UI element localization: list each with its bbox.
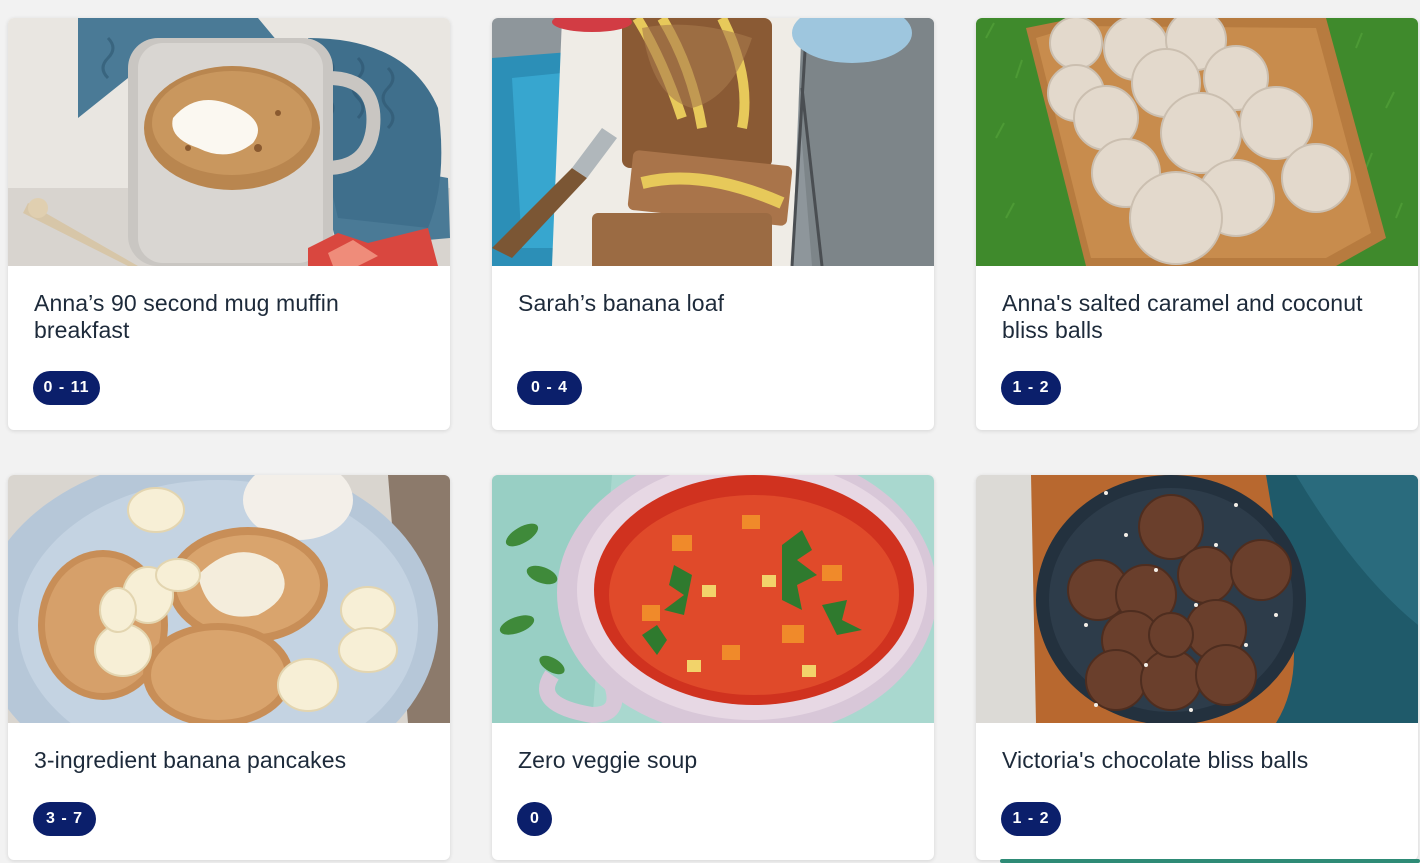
recipe-image-coconut-bliss-balls[interactable] xyxy=(976,18,1418,266)
points-badge: 0 - 11 xyxy=(33,371,100,405)
recipe-title[interactable]: Anna’s 90 second mug muffin breakfast xyxy=(34,290,414,344)
recipe-card-banana-loaf[interactable]: Sarah’s banana loaf 0 - 4 xyxy=(492,18,934,430)
recipe-image-banana-loaf[interactable] xyxy=(492,18,934,266)
points-badge: 0 - 4 xyxy=(517,371,582,405)
recipe-title[interactable]: Sarah’s banana loaf xyxy=(518,290,898,317)
recipe-card-coconut-bliss-balls[interactable]: Anna's salted caramel and coconut bliss … xyxy=(976,18,1418,430)
points-badge: 0 xyxy=(517,802,552,836)
recipe-title[interactable]: Zero veggie soup xyxy=(518,747,898,774)
recipe-image-banana-pancakes[interactable] xyxy=(8,475,450,723)
recipe-card-banana-pancakes[interactable]: 3-ingredient banana pancakes 3 - 7 xyxy=(8,475,450,860)
points-badge: 3 - 7 xyxy=(33,802,96,836)
points-badge: 1 - 2 xyxy=(1001,802,1061,836)
recipe-title[interactable]: 3-ingredient banana pancakes xyxy=(34,747,414,774)
accent-bar xyxy=(1000,859,1420,863)
recipe-card-mug-muffin[interactable]: Anna’s 90 second mug muffin breakfast 0 … xyxy=(8,18,450,430)
recipe-title[interactable]: Anna's salted caramel and coconut bliss … xyxy=(1002,290,1382,344)
recipe-image-mug-muffin[interactable] xyxy=(8,18,450,266)
recipe-title[interactable]: Victoria's chocolate bliss balls xyxy=(1002,747,1382,774)
points-badge: 1 - 2 xyxy=(1001,371,1061,405)
recipe-image-veggie-soup[interactable] xyxy=(492,475,934,723)
recipe-card-chocolate-bliss-balls[interactable]: Victoria's chocolate bliss balls 1 - 2 xyxy=(976,475,1418,860)
recipe-image-chocolate-bliss-balls[interactable] xyxy=(976,475,1418,723)
recipe-card-veggie-soup[interactable]: Zero veggie soup 0 xyxy=(492,475,934,860)
